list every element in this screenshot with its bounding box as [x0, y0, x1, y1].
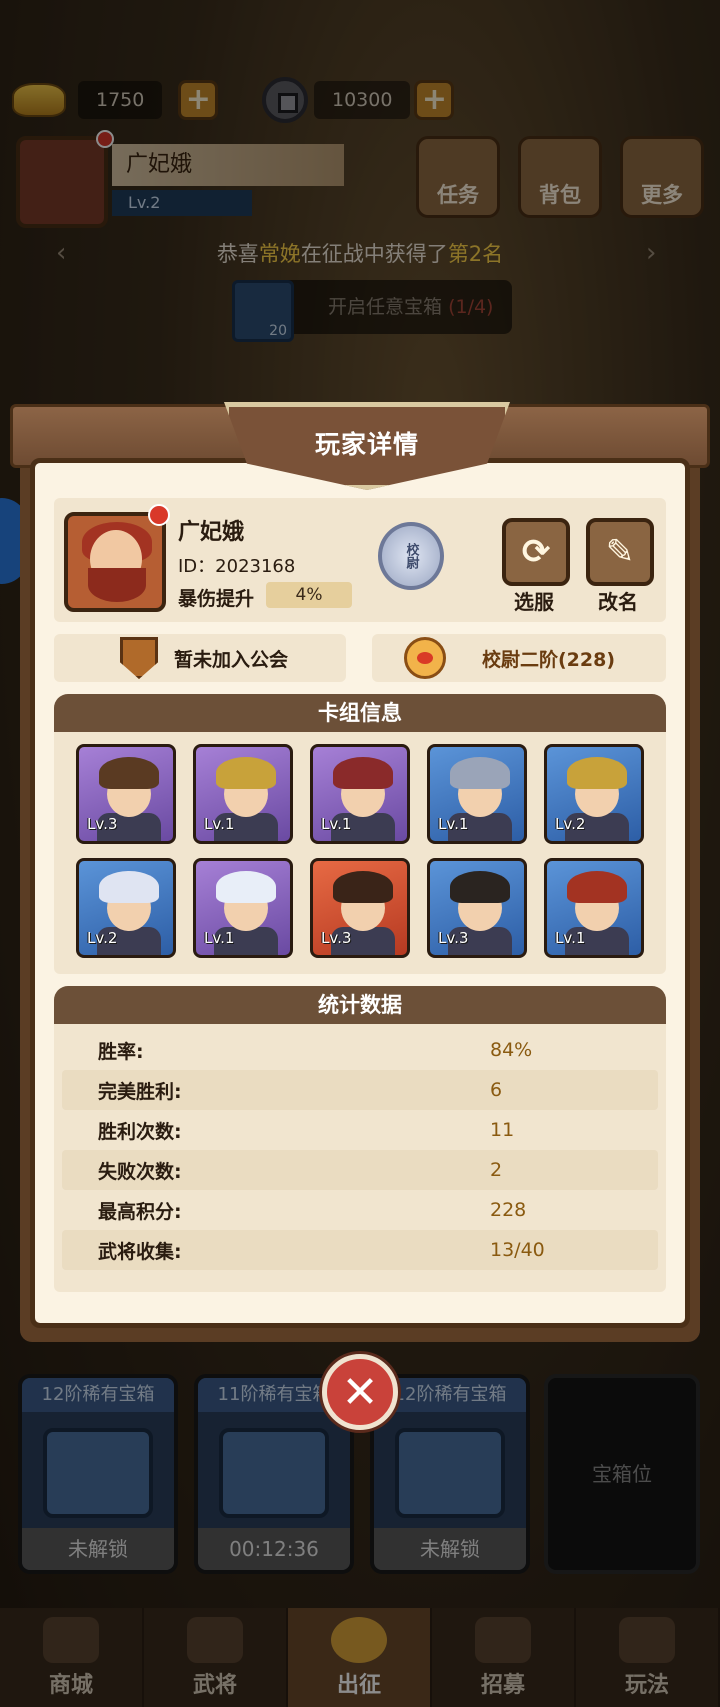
stat-label: 最高积分: [98, 1200, 182, 1223]
hero-helmet [99, 757, 159, 789]
stat-label: 完美胜利: [98, 1080, 182, 1103]
refresh-icon: ⟳ [521, 532, 551, 572]
stat-row: 失败次数: 2 [62, 1150, 658, 1190]
hero-card[interactable]: Lv.2 [544, 744, 644, 844]
stats-title: 统计数据 [54, 986, 666, 1024]
pencil-icon: ✎ [605, 532, 635, 572]
hero-level: Lv.2 [555, 815, 586, 833]
hero-card[interactable]: Lv.1 [310, 744, 410, 844]
stat-value: 6 [490, 1079, 503, 1101]
deck-section: 卡组信息 Lv.3 Lv.1 Lv.1 Lv.1 Lv.2 Lv.2 Lv.1 Lv.3 Lv.… [54, 694, 666, 974]
hero-helmet [450, 871, 510, 903]
avatar-beard [88, 568, 146, 602]
hero-card[interactable]: Lv.1 [427, 744, 527, 844]
hero-helmet [567, 757, 627, 789]
crit-boost-value: 4% [266, 582, 352, 608]
hero-level: Lv.3 [438, 929, 469, 947]
stat-value: 84% [490, 1039, 533, 1061]
stat-value: 13/40 [490, 1239, 545, 1261]
hero-card[interactable]: Lv.2 [76, 858, 176, 958]
rank-medal-icon [404, 637, 446, 679]
stat-row: 最高积分: 228 [62, 1190, 658, 1230]
hero-level: Lv.1 [555, 929, 586, 947]
stat-value: 11 [490, 1119, 515, 1141]
profile-notification-dot [148, 504, 170, 526]
select-server-label: 选服 [514, 590, 554, 614]
hero-helmet [567, 871, 627, 903]
hero-level: Lv.1 [438, 815, 469, 833]
stat-value: 2 [490, 1159, 503, 1181]
profile-avatar [64, 512, 166, 612]
guild-shield-icon [120, 637, 158, 679]
hero-level: Lv.1 [204, 929, 235, 947]
hero-card[interactable]: Lv.1 [544, 858, 644, 958]
hero-card[interactable]: Lv.3 [310, 858, 410, 958]
crit-boost-label: 暴伤提升 [178, 588, 255, 610]
hero-card[interactable]: Lv.1 [193, 744, 293, 844]
hero-level: Lv.2 [87, 929, 118, 947]
dialog-title-text: 玩家详情 [314, 430, 419, 459]
rename-label: 改名 [598, 590, 638, 614]
hero-helmet [333, 871, 393, 903]
hero-helmet [333, 757, 393, 789]
hero-card[interactable]: Lv.3 [76, 744, 176, 844]
hero-level: Lv.3 [87, 815, 118, 833]
rank-info: 校尉二阶(228) [372, 634, 666, 682]
stats-list: 胜率: 84% 完美胜利: 6 胜利次数: 11 失败次数: 2 最高积分: 228 武将收集: 13… [54, 1024, 666, 1270]
hero-helmet [99, 871, 159, 903]
guild-info: 暂未加入公会 [54, 634, 346, 682]
hero-level: Lv.1 [204, 815, 235, 833]
stat-row: 武将收集: 13/40 [62, 1230, 658, 1270]
deck-grid: Lv.3 Lv.1 Lv.1 Lv.1 Lv.2 Lv.2 Lv.1 Lv.3 Lv.3 Lv.1 [54, 732, 666, 958]
profile-name: 广妃娥 [178, 520, 245, 545]
hero-helmet [216, 757, 276, 789]
stat-label: 武将收集: [98, 1240, 182, 1263]
hero-card[interactable]: Lv.3 [427, 858, 527, 958]
rank-badge-text: 校尉 [403, 543, 419, 569]
stats-section: 统计数据 胜率: 84% 完美胜利: 6 胜利次数: 11 失败次数: 2 最高积分: 228 武将… [54, 986, 666, 1292]
stat-label: 胜利次数: [98, 1120, 182, 1143]
hero-level: Lv.3 [321, 929, 352, 947]
hero-card[interactable]: Lv.1 [193, 858, 293, 958]
stat-row: 胜率: 84% [62, 1030, 658, 1070]
profile-id: ID：2023168 [178, 556, 296, 577]
rank-level: 校尉二阶(228) [482, 648, 616, 671]
guild-status: 暂未加入公会 [174, 648, 289, 671]
stat-row: 胜利次数: 11 [62, 1110, 658, 1150]
close-icon: ✕ [341, 1366, 379, 1418]
stat-row: 完美胜利: 6 [62, 1070, 658, 1110]
stat-label: 胜率: [98, 1040, 144, 1063]
stat-value: 228 [490, 1199, 527, 1221]
hero-helmet [216, 871, 276, 903]
rename-button[interactable]: ✎ [586, 518, 654, 586]
hero-level: Lv.1 [321, 815, 352, 833]
close-button[interactable]: ✕ [322, 1354, 398, 1430]
select-server-button[interactable]: ⟳ [502, 518, 570, 586]
hero-helmet [450, 757, 510, 789]
deck-title: 卡组信息 [54, 694, 666, 732]
stat-label: 失败次数: [98, 1160, 182, 1183]
rank-badge-icon: 校尉 [378, 522, 444, 590]
